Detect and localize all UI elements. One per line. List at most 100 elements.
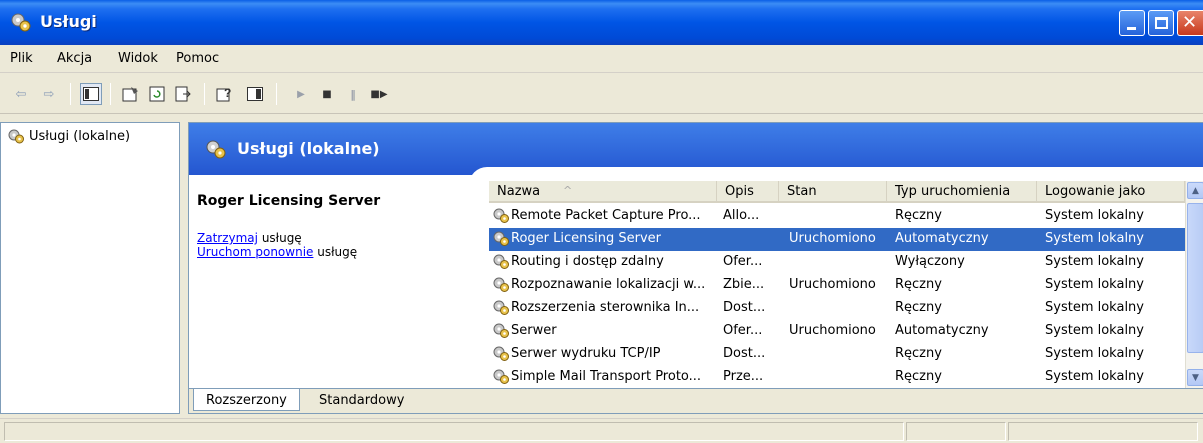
services-list: Nazwa ^ Opis Stan Typ uruchomienia Logow… — [489, 181, 1203, 388]
status-segment — [1008, 422, 1198, 441]
service-row[interactable]: Serwer Ofer... Uruchomiono Automatyczny Syst… — [489, 320, 1185, 343]
back-arrow-icon[interactable]: ⇦ — [10, 83, 32, 105]
service-logon-cell: System lokalny — [1045, 231, 1144, 246]
column-header-logon[interactable]: Logowanie jako — [1037, 181, 1185, 203]
column-header-state[interactable]: Stan — [779, 181, 887, 203]
stop-service-icon[interactable]: ■ — [316, 83, 338, 105]
column-header-name[interactable]: Nazwa ^ — [489, 181, 717, 203]
service-name-cell: Serwer — [511, 323, 557, 338]
service-desc-cell: Ofer... — [723, 323, 763, 338]
status-segment — [906, 422, 1006, 441]
services-gear-icon — [206, 140, 226, 159]
service-name-cell: Simple Mail Transport Proto... — [511, 369, 702, 384]
restart-service-icon[interactable]: ■▶ — [368, 83, 390, 105]
service-row[interactable]: Serwer wydruku TCP/IP Dost... Ręczny System… — [489, 343, 1185, 366]
column-header-name-label: Nazwa — [497, 184, 541, 199]
service-startup-cell: Ręczny — [895, 369, 942, 384]
export-list-icon[interactable] — [172, 83, 194, 105]
sort-ascending-icon: ^ — [563, 184, 573, 197]
properties-icon[interactable] — [120, 83, 142, 105]
help-icon[interactable]: ? — [214, 83, 236, 105]
stop-service-suffix: usługę — [258, 231, 302, 245]
maximize-icon — [1155, 17, 1168, 29]
show-tree-icon[interactable] — [80, 83, 102, 105]
tab-extended[interactable]: Rozszerzony — [193, 389, 300, 411]
toolbar-separator — [276, 83, 277, 105]
selected-service-name: Roger Licensing Server — [197, 193, 381, 209]
service-row[interactable]: Rozpoznawanie lokalizacji w... Zbie... Uru… — [489, 274, 1185, 297]
vertical-scrollbar[interactable]: ▲ ▼ — [1185, 181, 1203, 388]
toolbar-separator — [70, 83, 71, 105]
menu-widok[interactable]: Widok — [118, 51, 158, 66]
service-state-cell: Uruchomiono — [789, 277, 876, 292]
service-desc-cell: Dost... — [723, 300, 766, 315]
start-service-icon[interactable]: ▶ — [290, 83, 312, 105]
pause-service-icon[interactable]: ‖ — [342, 83, 364, 105]
toolbar: ⇦ ⇨ ? ▶ ■ ‖ ■▶ — [0, 74, 1203, 114]
service-startup-cell: Automatyczny — [895, 323, 989, 338]
status-bar — [0, 418, 1203, 443]
minimize-button[interactable] — [1119, 10, 1145, 36]
close-button[interactable]: ✕ — [1177, 10, 1203, 36]
service-logon-cell: System lokalny — [1045, 346, 1144, 361]
services-window: Usługi ✕ Plik Akcja Widok Pomoc ⇦ ⇨ ? ▶ … — [0, 0, 1203, 443]
service-row[interactable]: Rozszerzenia sterownika In... Dost... Ręcz… — [489, 297, 1185, 320]
service-description-panel: Roger Licensing Server Zatrzymaj usługę … — [197, 193, 467, 259]
service-desc-cell: Zbie... — [723, 277, 765, 292]
service-name-cell: Routing i dostęp zdalny — [511, 254, 664, 269]
service-name-cell: Rozszerzenia sterownika In... — [511, 300, 700, 315]
column-header-desc[interactable]: Opis — [717, 181, 779, 203]
restart-service-link[interactable]: Uruchom ponownie — [197, 245, 313, 259]
maximize-button[interactable] — [1148, 10, 1174, 36]
menu-bar: Plik Akcja Widok Pomoc — [0, 45, 1203, 73]
scroll-down-icon[interactable]: ▼ — [1187, 369, 1203, 386]
service-gear-icon — [492, 322, 510, 343]
service-logon-cell: System lokalny — [1045, 323, 1144, 338]
close-icon: ✕ — [1182, 12, 1198, 33]
service-row[interactable]: Roger Licensing Server Uruchomiono Automat… — [489, 228, 1185, 251]
service-name-cell: Rozpoznawanie lokalizacji w... — [511, 277, 706, 292]
service-desc-cell: Dost... — [723, 346, 766, 361]
service-startup-cell: Automatyczny — [895, 231, 989, 246]
restart-service-suffix: usługę — [313, 245, 358, 259]
console-tree-pane: Usługi (lokalne) — [0, 122, 180, 414]
status-segment — [4, 422, 904, 441]
service-name-cell: Remote Packet Capture Pro... — [511, 208, 701, 223]
view-tabs: Rozszerzony Standardowy — [189, 388, 1203, 413]
minimize-icon — [1127, 27, 1136, 30]
service-logon-cell: System lokalny — [1045, 300, 1144, 315]
service-logon-cell: System lokalny — [1045, 277, 1144, 292]
service-name-cell: Roger Licensing Server — [511, 231, 662, 246]
service-gear-icon — [492, 253, 510, 274]
menu-pomoc[interactable]: Pomoc — [176, 51, 219, 66]
tab-standard[interactable]: Standardowy — [307, 389, 416, 411]
svg-text:?: ? — [224, 86, 231, 100]
services-gear-icon — [11, 13, 31, 32]
service-logon-cell: System lokalny — [1045, 369, 1144, 384]
service-gear-icon — [492, 299, 510, 320]
service-gear-icon — [492, 276, 510, 297]
title-bar[interactable]: Usługi ✕ — [0, 0, 1203, 45]
toolbar-separator — [204, 83, 205, 105]
tree-item-local-services[interactable]: Usługi (lokalne) — [7, 128, 130, 144]
service-row[interactable]: Simple Mail Transport Proto... Prze... Ręc… — [489, 366, 1185, 388]
service-row[interactable]: Routing i dostęp zdalny Ofer... Wyłączony S… — [489, 251, 1185, 274]
details-pane: Usługi (lokalne) Roger Licensing Server … — [188, 122, 1203, 414]
service-row[interactable]: Remote Packet Capture Pro... Allo... Ręczn… — [489, 205, 1185, 228]
refresh-icon[interactable] — [146, 83, 168, 105]
toolbar-separator — [110, 83, 111, 105]
forward-arrow-icon[interactable]: ⇨ — [38, 83, 60, 105]
service-startup-cell: Ręczny — [895, 208, 942, 223]
scroll-up-icon[interactable]: ▲ — [1187, 182, 1203, 199]
console-tree-view-icon[interactable] — [244, 83, 266, 105]
column-header-startup[interactable]: Typ uruchomienia — [887, 181, 1037, 203]
service-desc-cell: Ofer... — [723, 254, 763, 269]
stop-service-link[interactable]: Zatrzymaj — [197, 231, 258, 245]
scroll-thumb[interactable] — [1187, 203, 1203, 353]
service-logon-cell: System lokalny — [1045, 254, 1144, 269]
window-title: Usługi — [40, 12, 97, 31]
service-state-cell: Uruchomiono — [789, 323, 876, 338]
pane-title: Usługi (lokalne) — [237, 139, 380, 158]
menu-plik[interactable]: Plik — [10, 51, 33, 66]
menu-akcja[interactable]: Akcja — [57, 51, 92, 66]
